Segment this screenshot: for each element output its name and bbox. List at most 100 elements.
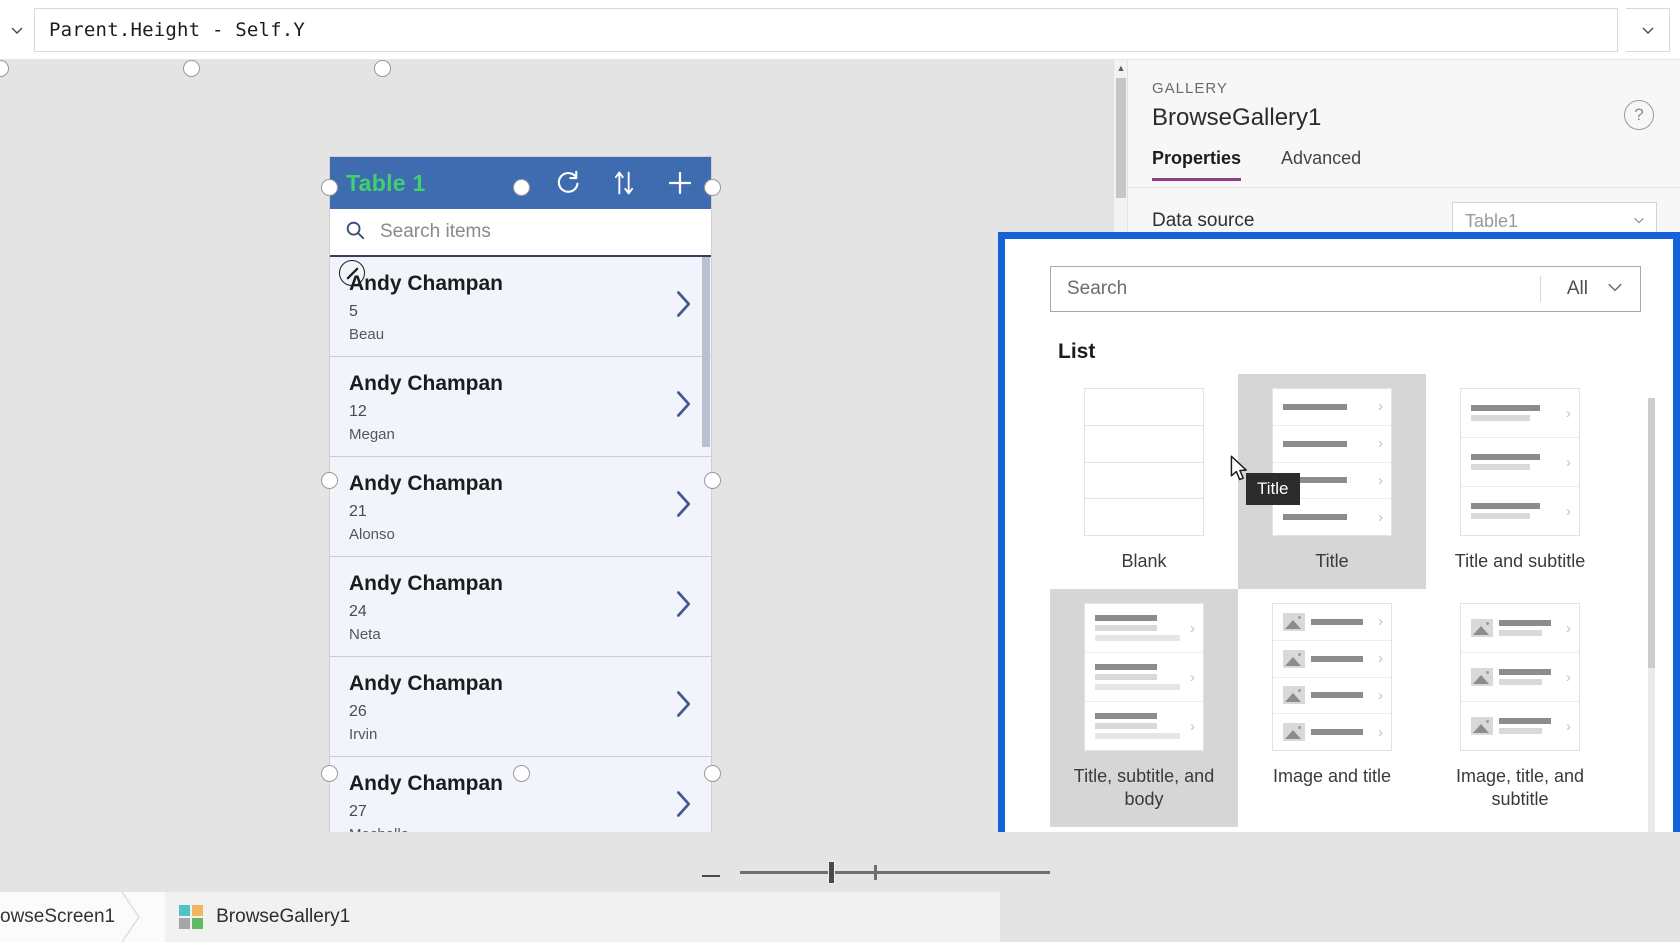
chevron-right-icon: › <box>1566 719 1571 734</box>
selection-handle-bl[interactable] <box>321 765 338 782</box>
zoom-slider-track[interactable] <box>740 871 1050 874</box>
layout-filter-dropdown[interactable]: All <box>1540 276 1640 302</box>
canvas-scrollbar-thumb[interactable] <box>1116 78 1126 198</box>
plus-icon[interactable] <box>665 168 695 198</box>
chevron-right-icon: › <box>1190 670 1195 685</box>
row-body: Beau <box>349 326 671 343</box>
layout-thumb-title-subtitle: › › › <box>1460 388 1580 536</box>
app-root: Parent.Height - Self.Y Table 1 <box>0 0 1680 942</box>
chevron-right-icon[interactable] <box>671 388 695 425</box>
selection-handle-tr[interactable] <box>704 179 721 196</box>
selection-handle-bc[interactable] <box>513 765 530 782</box>
chevron-right-icon[interactable] <box>671 288 695 325</box>
gallery-icon <box>179 905 203 929</box>
layout-option-image-title-subtitle[interactable]: › › › Image, title, and subtitle <box>1426 589 1614 827</box>
selection-handle-br[interactable] <box>704 765 721 782</box>
gallery-row[interactable]: Andy Champan 26 Irvin <box>330 657 711 757</box>
selection-handle-ml[interactable] <box>321 472 338 489</box>
phone-preview[interactable]: Table 1 <box>329 156 712 841</box>
gallery-search-box[interactable]: Search items <box>330 209 711 257</box>
minus-icon[interactable] <box>700 860 722 884</box>
help-circle-icon[interactable]: ? <box>1624 100 1654 130</box>
selection-handle-top-center[interactable] <box>183 60 200 77</box>
layout-thumb-title-subtitle-body: › › › <box>1084 603 1204 751</box>
layout-thumb-image-title: › › › › <box>1272 603 1392 751</box>
tab-advanced[interactable]: Advanced <box>1281 148 1361 181</box>
breadcrumb-screen-label: owseScreen1 <box>0 906 115 928</box>
breadcrumb: owseScreen1 BrowseGallery1 <box>0 892 1000 942</box>
row-title: Andy Champan <box>349 471 671 497</box>
row-title: Andy Champan <box>349 771 671 797</box>
row-subtitle: 27 <box>349 803 671 821</box>
selection-handle-top-right[interactable] <box>374 60 391 77</box>
row-subtitle: 5 <box>349 303 671 321</box>
gallery-search-placeholder: Search items <box>380 221 491 243</box>
chevron-right-icon: › <box>1566 670 1571 685</box>
chevron-right-icon[interactable] <box>671 588 695 625</box>
layout-dialog-scrollbar-thumb[interactable] <box>1648 398 1655 668</box>
formula-expand-chevron-down-icon[interactable] <box>1626 8 1670 52</box>
gallery-inner-scrollbar[interactable] <box>702 257 710 447</box>
layout-label: Title <box>1315 550 1348 573</box>
row-title: Andy Champan <box>349 571 671 597</box>
zoom-control[interactable] <box>700 860 1050 884</box>
formula-chevron-down-icon[interactable] <box>0 0 34 60</box>
layout-label: Image and title <box>1273 765 1391 788</box>
breadcrumb-item-screen[interactable]: owseScreen1 <box>0 892 165 942</box>
selection-handle-tl[interactable] <box>321 179 338 196</box>
layout-search-row[interactable]: Search All <box>1050 266 1641 312</box>
chevron-right-icon: › <box>1190 621 1195 636</box>
row-title: Andy Champan <box>349 671 671 697</box>
formula-input[interactable]: Parent.Height - Self.Y <box>34 8 1618 52</box>
image-placeholder-icon <box>1283 650 1305 668</box>
chevron-right-icon: › <box>1566 504 1571 519</box>
layout-filter-value: All <box>1567 278 1588 300</box>
chevron-right-icon: › <box>1378 688 1383 703</box>
sort-icon[interactable] <box>611 169 637 197</box>
selection-handle-tc[interactable] <box>513 179 530 196</box>
data-source-value: Table1 <box>1465 211 1518 232</box>
panel-title: BrowseGallery1 <box>1152 104 1321 132</box>
row-body: Alonso <box>349 526 671 543</box>
chevron-right-icon[interactable] <box>671 788 695 825</box>
gallery-row[interactable]: Andy Champan 5 Beau <box>330 257 711 357</box>
chevron-right-icon: › <box>1566 621 1571 636</box>
panel-divider <box>1128 187 1680 188</box>
scroll-up-icon[interactable]: ▲ <box>1114 60 1128 76</box>
row-subtitle: 24 <box>349 603 671 621</box>
chevron-right-icon: › <box>1378 436 1383 451</box>
selection-handle-mr[interactable] <box>704 472 721 489</box>
chevron-right-icon[interactable] <box>671 488 695 525</box>
row-body: Irvin <box>349 726 671 743</box>
row-title: Andy Champan <box>349 371 671 397</box>
chevron-right-icon: › <box>1378 725 1383 740</box>
gallery-row[interactable]: Andy Champan 24 Neta <box>330 557 711 657</box>
breadcrumb-gallery-label: BrowseGallery1 <box>216 906 350 928</box>
design-canvas[interactable]: Table 1 <box>0 60 1125 832</box>
breadcrumb-item-gallery[interactable]: BrowseGallery1 <box>165 905 350 929</box>
layout-option-title-subtitle-body[interactable]: › › › Title, subtitle, and body <box>1050 589 1238 827</box>
chevron-right-icon[interactable] <box>671 688 695 725</box>
formula-bar: Parent.Height - Self.Y <box>0 0 1680 60</box>
row-subtitle: 21 <box>349 503 671 521</box>
layout-option-title-and-subtitle[interactable]: › › › Title and subtitle <box>1426 374 1614 589</box>
gallery-row[interactable]: Andy Champan 21 Alonso <box>330 457 711 557</box>
layout-label: Title and subtitle <box>1455 550 1585 573</box>
refresh-icon[interactable] <box>553 168 583 198</box>
status-bar: owseScreen1 BrowseGallery1 <box>0 832 1680 942</box>
tab-properties[interactable]: Properties <box>1152 148 1241 181</box>
gallery-header-title: Table 1 <box>346 170 426 197</box>
gallery-row[interactable]: Andy Champan 12 Megan <box>330 357 711 457</box>
edit-pencil-icon[interactable] <box>339 260 365 286</box>
layout-label: Title, subtitle, and body <box>1060 765 1228 811</box>
layout-option-blank[interactable]: Blank <box>1050 374 1238 589</box>
layout-search-placeholder[interactable]: Search <box>1051 278 1127 300</box>
image-placeholder-icon <box>1471 717 1493 735</box>
layout-option-image-and-title[interactable]: › › › › Image and title <box>1238 589 1426 827</box>
row-body: Neta <box>349 626 671 643</box>
zoom-slider-thumb[interactable] <box>828 861 835 884</box>
formula-text: Parent.Height - Self.Y <box>49 19 305 41</box>
chevron-down-icon <box>1632 211 1646 232</box>
selection-handle-top-left[interactable] <box>0 60 9 77</box>
image-placeholder-icon <box>1283 723 1305 741</box>
